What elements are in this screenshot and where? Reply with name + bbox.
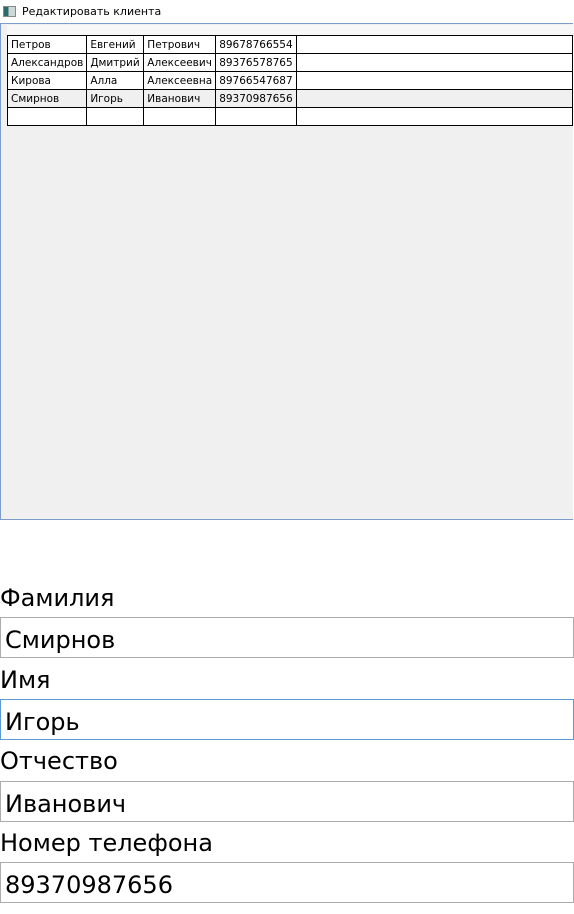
table-cell[interactable]: Петрович	[143, 35, 217, 54]
table-cell[interactable]: 89376578765	[215, 53, 297, 72]
clients-grid[interactable]: Петров Евгений Петрович 89678766554 Александ…	[6, 35, 574, 126]
table-cell[interactable]	[86, 107, 145, 126]
table-cell[interactable]: Дмитрий	[86, 53, 145, 72]
table-cell[interactable]: 89370987656	[215, 89, 297, 108]
table-cell[interactable]	[6, 107, 88, 126]
table-cell[interactable]: Александров	[6, 53, 88, 72]
table-cell[interactable]: Иванович	[143, 89, 217, 108]
table-cell[interactable]	[295, 71, 574, 90]
app-icon	[3, 6, 16, 17]
table-row[interactable]: Александров Дмитрий Алексеевич 89376578765	[6, 53, 574, 72]
phone-label: Номер телефона	[0, 829, 213, 857]
table-row[interactable]	[6, 107, 574, 126]
table-cell[interactable]: Смирнов	[6, 89, 88, 108]
table-cell[interactable]: Игорь	[86, 89, 145, 108]
table-row[interactable]: Смирнов Игорь Иванович 89370987656	[6, 89, 574, 108]
table-cell[interactable]	[295, 53, 574, 72]
table-cell[interactable]	[215, 107, 297, 126]
window-titlebar: Редактировать клиента	[0, 0, 574, 23]
table-cell[interactable]: Алексеевна	[143, 71, 217, 90]
name-input[interactable]	[0, 699, 574, 740]
table-cell[interactable]	[295, 35, 574, 54]
table-cell[interactable]	[295, 107, 574, 126]
table-cell[interactable]	[295, 89, 574, 108]
table-cell[interactable]: 89766547687	[215, 71, 297, 90]
surname-input[interactable]	[0, 617, 574, 658]
window-title: Редактировать клиента	[22, 5, 162, 18]
surname-label: Фамилия	[0, 584, 115, 612]
patronymic-input[interactable]	[0, 781, 574, 822]
clients-grid-panel: Петров Евгений Петрович 89678766554 Александ…	[0, 23, 574, 520]
table-cell[interactable]: 89678766554	[215, 35, 297, 54]
table-cell[interactable]: Кирова	[6, 71, 88, 90]
table-row[interactable]: Кирова Алла Алексеевна 89766547687	[6, 71, 574, 90]
table-cell[interactable]: Петров	[6, 35, 88, 54]
name-label: Имя	[0, 666, 51, 694]
table-cell[interactable]	[143, 107, 217, 126]
table-cell[interactable]: Алла	[86, 71, 145, 90]
table-cell[interactable]: Алексеевич	[143, 53, 217, 72]
table-cell[interactable]: Евгений	[86, 35, 145, 54]
patronymic-label: Отчество	[0, 747, 118, 775]
phone-input[interactable]	[0, 862, 574, 903]
table-row[interactable]: Петров Евгений Петрович 89678766554	[6, 35, 574, 54]
